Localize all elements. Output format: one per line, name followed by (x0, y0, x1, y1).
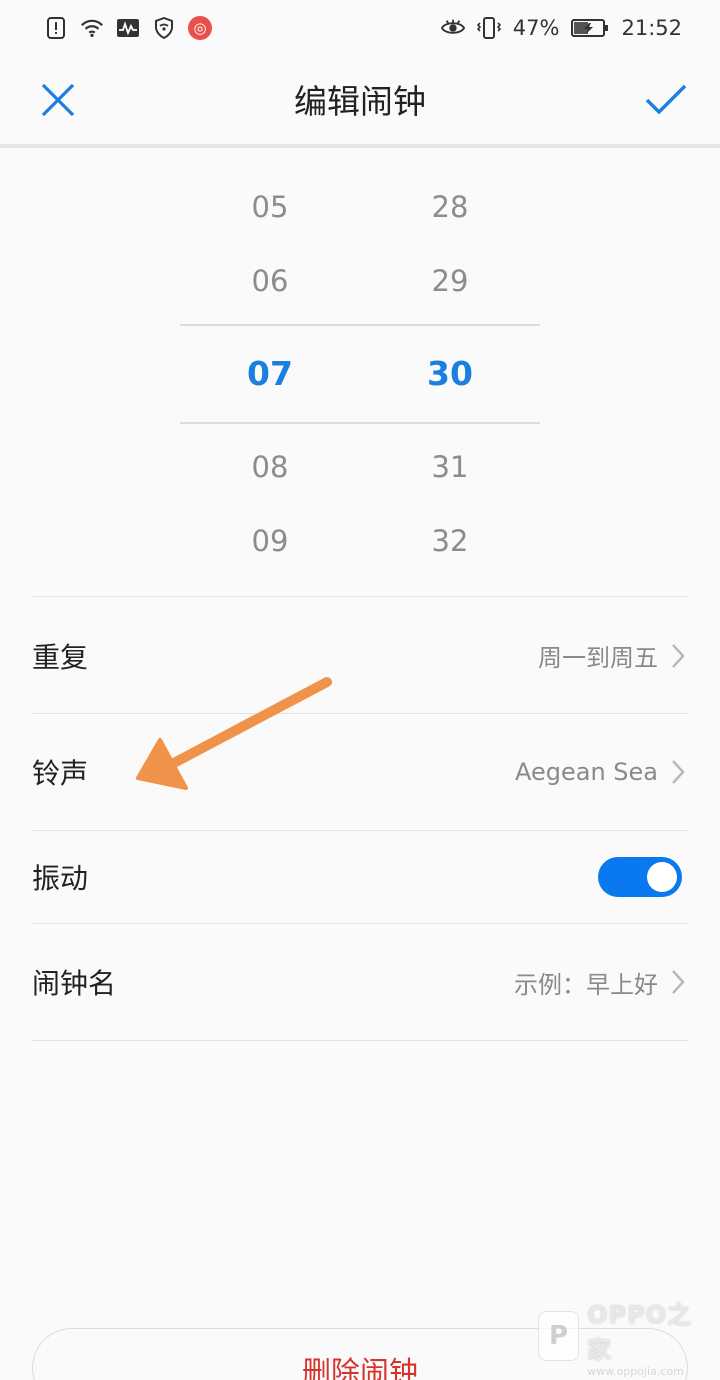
clock-time: 21:52 (621, 16, 682, 40)
chevron-right-icon (668, 967, 688, 997)
activity-icon (116, 16, 140, 40)
alarm-name-value: 示例：早上好 (514, 970, 658, 999)
hour-wheel[interactable]: 05 06 07 08 09 (180, 170, 360, 580)
ringtone-row[interactable]: 铃声 Aegean Sea (32, 714, 688, 830)
watermark-text: OPPO之家 www.oppojia.com (587, 1295, 708, 1378)
shield-icon (152, 16, 176, 40)
page-title: 编辑闹钟 (294, 82, 426, 121)
status-bar-right: 47% 21:52 (440, 16, 682, 40)
minute-option[interactable]: 28 (360, 190, 540, 224)
status-bar: ◎ 47% 21:52 (0, 0, 720, 56)
ringtone-label: 铃声 (32, 757, 89, 790)
watermark-sub: www.oppojia.com (587, 1364, 684, 1378)
alarm-name-value-wrap: 示例：早上好 (514, 965, 688, 1000)
ringtone-value-wrap: Aegean Sea (515, 757, 688, 787)
chevron-right-icon (668, 757, 688, 787)
hour-option[interactable]: 09 (180, 524, 360, 558)
ringtone-value: Aegean Sea (514, 758, 658, 786)
close-icon (41, 83, 75, 117)
watermark-logo: P (538, 1311, 580, 1361)
repeat-value-wrap: 周一到周五 (538, 638, 688, 673)
close-button[interactable] (36, 78, 80, 122)
hour-option[interactable]: 08 (180, 450, 360, 484)
minute-selected[interactable]: 30 (360, 354, 540, 393)
time-picker: 05 06 07 08 09 28 29 30 31 32 (180, 170, 540, 580)
repeat-label: 重复 (32, 640, 89, 674)
minute-option[interactable]: 32 (360, 524, 540, 558)
list-divider (32, 1040, 688, 1041)
eye-icon (440, 16, 465, 40)
minute-option[interactable]: 31 (360, 450, 540, 484)
vibrate-row: 振动 (32, 831, 688, 923)
vibrate-icon (476, 16, 501, 40)
minute-option[interactable]: 29 (360, 264, 540, 298)
check-icon (645, 84, 687, 115)
alert-icon (44, 16, 68, 40)
wifi-icon (80, 16, 104, 40)
vibrate-toggle[interactable] (598, 857, 682, 897)
title-bar: 编辑闹钟 (0, 56, 720, 148)
repeat-value: 周一到周五 (538, 644, 658, 672)
toggle-knob (647, 862, 677, 892)
battery-icon (571, 16, 609, 40)
confirm-button[interactable] (644, 78, 688, 122)
vibrate-label: 振动 (32, 862, 89, 895)
watermark: P OPPO之家 www.oppojia.com (538, 1301, 708, 1378)
list-divider (32, 596, 688, 597)
chevron-right-icon (668, 641, 688, 671)
hour-option[interactable]: 06 (180, 264, 360, 298)
status-bar-left: ◎ (44, 16, 212, 40)
hour-selected[interactable]: 07 (180, 354, 360, 393)
minute-wheel[interactable]: 28 29 30 31 32 (360, 170, 540, 580)
alarm-name-row[interactable]: 闹钟名 示例：早上好 (32, 924, 688, 1040)
watermark-title: OPPO之家 (587, 1300, 693, 1364)
battery-percent: 47% (512, 16, 560, 40)
netease-music-icon: ◎ (188, 16, 212, 40)
alarm-name-label: 闹钟名 (32, 967, 117, 1000)
repeat-row[interactable]: 重复 周一到周五 (32, 598, 688, 713)
hour-option[interactable]: 05 (180, 190, 360, 224)
